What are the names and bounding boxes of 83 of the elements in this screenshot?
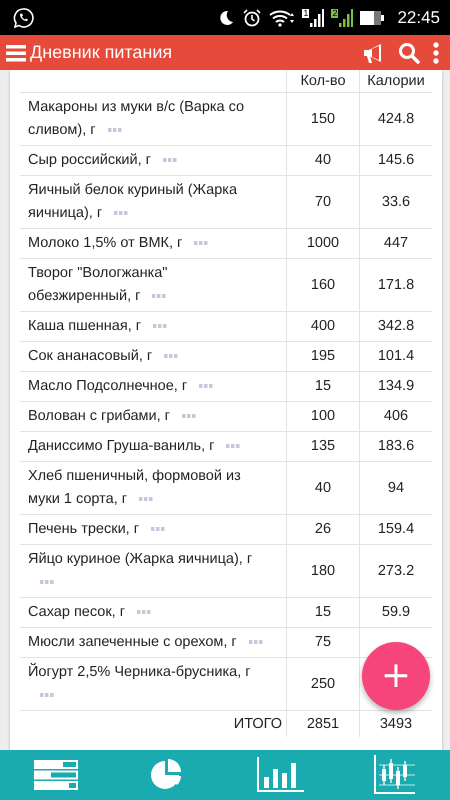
food-name[interactable]: Печень трески, г <box>20 515 286 544</box>
quantity-value: 40 <box>314 151 332 170</box>
bar-chart-icon[interactable] <box>256 757 306 793</box>
more-dots-icon[interactable] <box>194 240 208 246</box>
calories-value: 159.4 <box>378 520 414 539</box>
quantity-value: 70 <box>314 192 332 212</box>
food-name[interactable]: Яйцо куриное (Жарка яичница), г <box>20 545 286 597</box>
battery-icon <box>360 10 384 24</box>
more-dots-icon[interactable] <box>153 324 168 329</box>
quantity-value: 1000 <box>306 234 340 253</box>
more-dots-icon[interactable] <box>40 580 54 585</box>
more-dots-icon[interactable] <box>152 294 166 299</box>
more-dots-icon[interactable] <box>199 384 214 389</box>
signal-icon <box>310 8 324 26</box>
food-name[interactable]: Сок ананасовый, г <box>20 342 286 371</box>
calories-value: 101.4 <box>378 347 414 366</box>
food-name[interactable]: Мюсли запеченные с орехом, г <box>20 628 286 657</box>
quantity-value: 15 <box>314 377 332 396</box>
food-name[interactable]: Молоко 1,5% от ВМК, г <box>20 229 286 258</box>
more-dots-icon[interactable] <box>151 526 166 532</box>
quantity-value: 400 <box>310 317 336 336</box>
sim-number: 1 <box>302 8 310 18</box>
more-dots-icon[interactable] <box>162 158 177 163</box>
calories-value: 183.6 <box>378 437 414 456</box>
column-header: Калории <box>359 70 432 92</box>
food-name[interactable]: Творог "Вологжанка" обезжиренный, г <box>20 259 286 311</box>
list-bars-icon[interactable] <box>34 760 78 790</box>
quantity-value: 40 <box>314 478 332 498</box>
food-name[interactable]: Йогурт 2,5% Черника-брусника, г <box>20 658 286 710</box>
wifi-icon <box>269 8 296 26</box>
calories-value: 145.6 <box>378 151 414 170</box>
calories-value: 171.8 <box>378 276 414 294</box>
more-options-icon[interactable] <box>432 42 440 64</box>
clock-time: 22:45 <box>397 8 440 28</box>
calories-value: 33.6 <box>382 192 410 212</box>
quantity-value: 15 <box>314 603 332 622</box>
food-name[interactable]: Сыр российский, г <box>20 146 286 175</box>
food-name[interactable]: Масло Подсолнечное, г <box>20 372 286 401</box>
search-icon[interactable] <box>398 42 420 64</box>
quantity-value: 135 <box>310 437 336 456</box>
more-dots-icon[interactable] <box>114 210 128 216</box>
quantity-value: 75 <box>314 633 332 652</box>
total-label: ИТОГО <box>234 716 282 732</box>
more-dots-icon[interactable] <box>182 414 196 419</box>
more-dots-icon[interactable] <box>248 640 263 645</box>
total-quantity: 2851 <box>306 715 340 734</box>
calories-value: 59.9 <box>382 603 410 622</box>
food-name[interactable]: Хлеб пшеничный, формовой из муки 1 сорта, г <box>20 462 286 514</box>
alarm-clock-icon <box>242 8 262 28</box>
quantity-value: 160 <box>310 276 336 294</box>
more-dots-icon[interactable] <box>108 128 122 133</box>
calories-value: 447 <box>384 234 408 253</box>
menu-icon[interactable] <box>6 44 26 62</box>
food-name[interactable]: Даниссимо Груша-ваниль, г <box>20 432 286 461</box>
more-dots-icon[interactable] <box>137 610 152 615</box>
calories-value: 406 <box>384 407 408 426</box>
food-name[interactable]: Яичный белок куриный (Жарка яичница), г <box>20 176 286 228</box>
food-name[interactable]: Волован с грибами, г <box>20 402 286 431</box>
quantity-value: 195 <box>310 347 336 366</box>
quantity-value: 100 <box>310 407 336 426</box>
food-name[interactable]: Каша пшенная, г <box>20 312 286 341</box>
quantity-value: 150 <box>310 110 336 128</box>
more-dots-icon[interactable] <box>226 444 240 449</box>
calories-value: 134.9 <box>378 377 414 396</box>
calories-value: 342.8 <box>378 317 414 336</box>
calories-value: 424.8 <box>378 110 414 128</box>
candlestick-chart-icon[interactable] <box>372 755 416 795</box>
total-calories: 3493 <box>380 715 412 734</box>
more-dots-icon[interactable] <box>139 496 154 502</box>
quantity-value: 250 <box>310 674 336 694</box>
calories-value: 273.2 <box>378 562 414 580</box>
app-title: Дневник питания <box>30 42 172 63</box>
food-name[interactable]: Макароны из муки в/с (Варка со сливом), г <box>20 93 286 145</box>
sim-number: 2 <box>331 8 338 18</box>
more-dots-icon[interactable] <box>164 354 178 359</box>
more-dots-icon[interactable] <box>40 692 54 698</box>
calories-value: 94 <box>388 478 404 498</box>
quantity-value: 26 <box>314 520 332 539</box>
signal-icon <box>339 8 354 26</box>
food-name[interactable]: Сахар песок, г <box>20 598 286 627</box>
column-header: Кол-во <box>286 70 359 92</box>
phone-bubble-icon <box>12 6 34 28</box>
quantity-value: 180 <box>310 562 336 580</box>
